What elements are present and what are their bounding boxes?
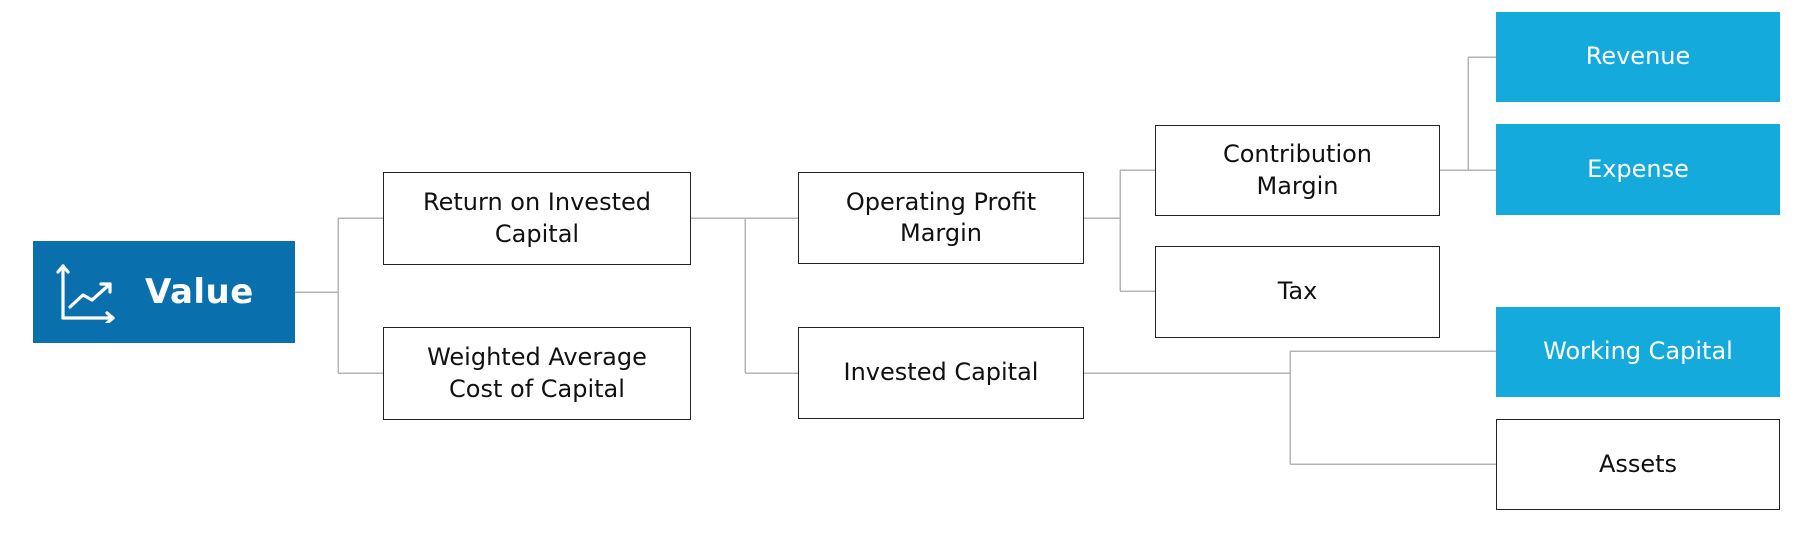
node-contribution-margin[interactable]: Contribution Margin xyxy=(1155,125,1440,216)
node-weighted-average-cost-of-capital[interactable]: Weighted Average Cost of Capital xyxy=(383,327,691,420)
node-assets[interactable]: Assets xyxy=(1496,419,1780,510)
node-label: Value xyxy=(145,271,254,312)
node-label: Tax xyxy=(1277,277,1318,306)
node-label: Contribution Margin xyxy=(1222,140,1372,200)
node-operating-profit-margin[interactable]: Operating Profit Margin xyxy=(798,172,1084,264)
node-label: Revenue xyxy=(1585,42,1691,71)
node-label: Working Capital xyxy=(1543,337,1733,366)
node-label: Invested Capital xyxy=(843,358,1039,387)
node-working-capital[interactable]: Working Capital xyxy=(1496,307,1780,397)
node-label: Expense xyxy=(1587,154,1689,183)
node-label: Assets xyxy=(1598,449,1678,478)
node-label: Operating Profit Margin xyxy=(845,187,1037,247)
node-revenue[interactable]: Revenue xyxy=(1496,12,1780,102)
node-value[interactable]: Value xyxy=(33,241,295,343)
node-label: Weighted Average Cost of Capital xyxy=(427,343,647,403)
node-expense[interactable]: Expense xyxy=(1496,124,1780,215)
node-invested-capital[interactable]: Invested Capital xyxy=(798,327,1084,419)
node-label: Return on Invested Capital xyxy=(423,188,651,248)
node-return-on-invested-capital[interactable]: Return on Invested Capital xyxy=(383,172,691,265)
node-tax[interactable]: Tax xyxy=(1155,246,1440,338)
line-chart-growth-icon xyxy=(56,264,115,323)
